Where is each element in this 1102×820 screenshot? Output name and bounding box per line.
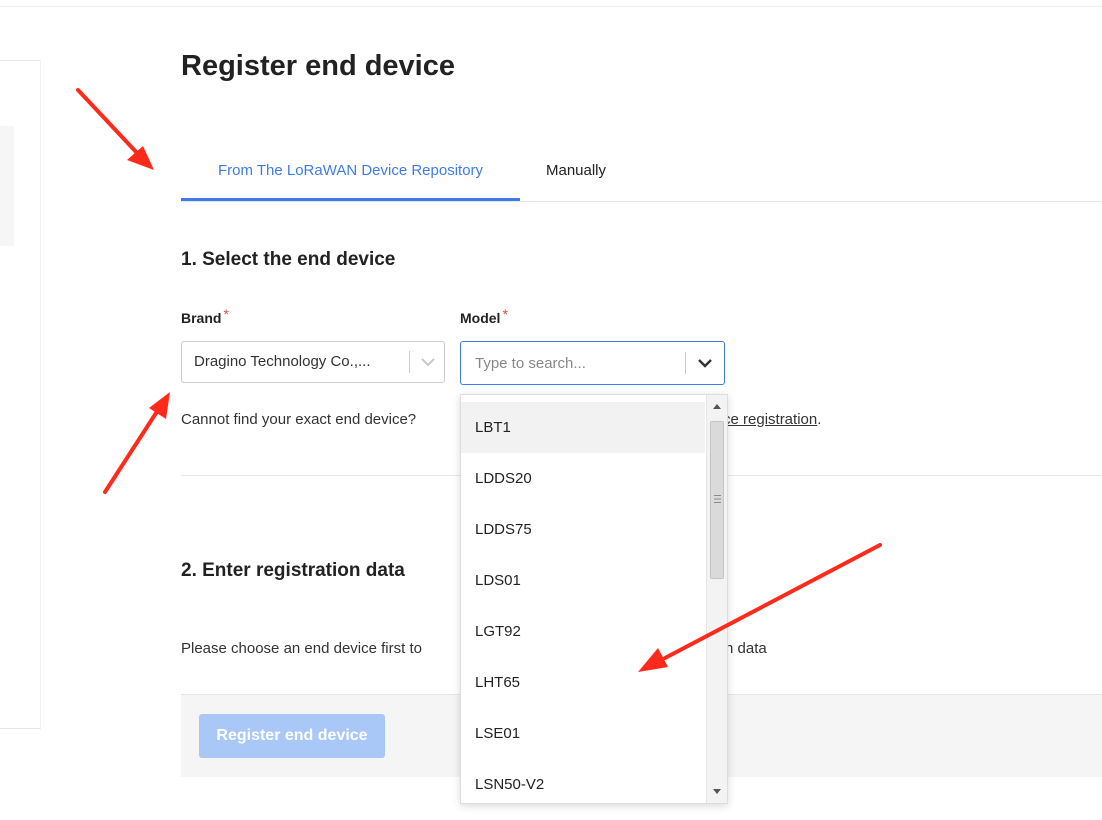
scroll-down-arrow-icon[interactable] [707, 783, 727, 801]
sidebar-shade [0, 126, 14, 246]
dropdown-option[interactable]: LDDS75 [461, 504, 705, 555]
tab-manually[interactable]: Manually [526, 143, 626, 201]
dropdown-option[interactable]: LSE01 [461, 708, 705, 759]
brand-select[interactable]: Dragino Technology Co.,... [181, 341, 445, 383]
model-search-input[interactable] [475, 351, 680, 375]
cannot-find-device-hint: Cannot find your exact end device? [181, 411, 417, 428]
select-separator [409, 351, 410, 373]
page-title: Register end device [181, 50, 455, 82]
required-mark: * [502, 306, 508, 322]
chevron-down-icon[interactable] [418, 350, 438, 374]
red-arrow-icon [76, 88, 154, 170]
scrollbar-thumb[interactable] [710, 421, 724, 579]
dropdown-option[interactable]: LDS01 [461, 555, 705, 606]
chevron-down-icon[interactable] [694, 351, 716, 375]
red-arrow-icon [103, 392, 170, 494]
dropdown-option[interactable]: LDDS20 [461, 453, 705, 504]
brand-label-text: Brand [181, 310, 222, 326]
register-end-device-button[interactable]: Register end device [199, 714, 385, 758]
model-select[interactable] [460, 341, 725, 385]
model-options-dropdown: LBT1 LDDS20 LDDS75 LDS01 LGT92 LHT65 LSE… [460, 394, 728, 804]
model-label: Model * [460, 306, 508, 326]
section-select-device-title: 1. Select the end device [181, 249, 396, 270]
dropdown-option[interactable]: LHT65 [461, 657, 705, 708]
left-sidebar-edge [0, 60, 41, 730]
dropdown-option[interactable]: LGT92 [461, 606, 705, 657]
top-border [0, 0, 1102, 7]
dropdown-option[interactable]: LBT1 [461, 402, 705, 453]
model-label-text: Model [460, 310, 501, 326]
select-separator [685, 352, 686, 374]
hint-period: . [817, 411, 822, 428]
brand-select-value: Dragino Technology Co.,... [194, 353, 371, 370]
registration-tabs: From The LoRaWAN Device Repository Manua… [181, 143, 1102, 202]
sidebar-divider [0, 728, 40, 729]
sidebar-divider [0, 60, 40, 61]
grip-icon [714, 495, 721, 503]
choose-device-first-hint-tail: n data [725, 640, 767, 657]
dropdown-scrollbar[interactable] [706, 395, 727, 803]
choose-device-first-hint: Please choose an end device first to [181, 640, 422, 657]
required-mark: * [223, 306, 229, 322]
brand-label: Brand * [181, 306, 229, 326]
manual-registration-hint: ce registration. [723, 411, 821, 428]
manual-registration-link[interactable]: ce registration [723, 411, 817, 428]
dropdown-option[interactable]: LSN50-V2 [461, 759, 705, 803]
tab-device-repository[interactable]: From The LoRaWAN Device Repository [181, 143, 520, 201]
scroll-up-arrow-icon[interactable] [707, 397, 727, 415]
section-registration-data-title: 2. Enter registration data [181, 560, 405, 581]
